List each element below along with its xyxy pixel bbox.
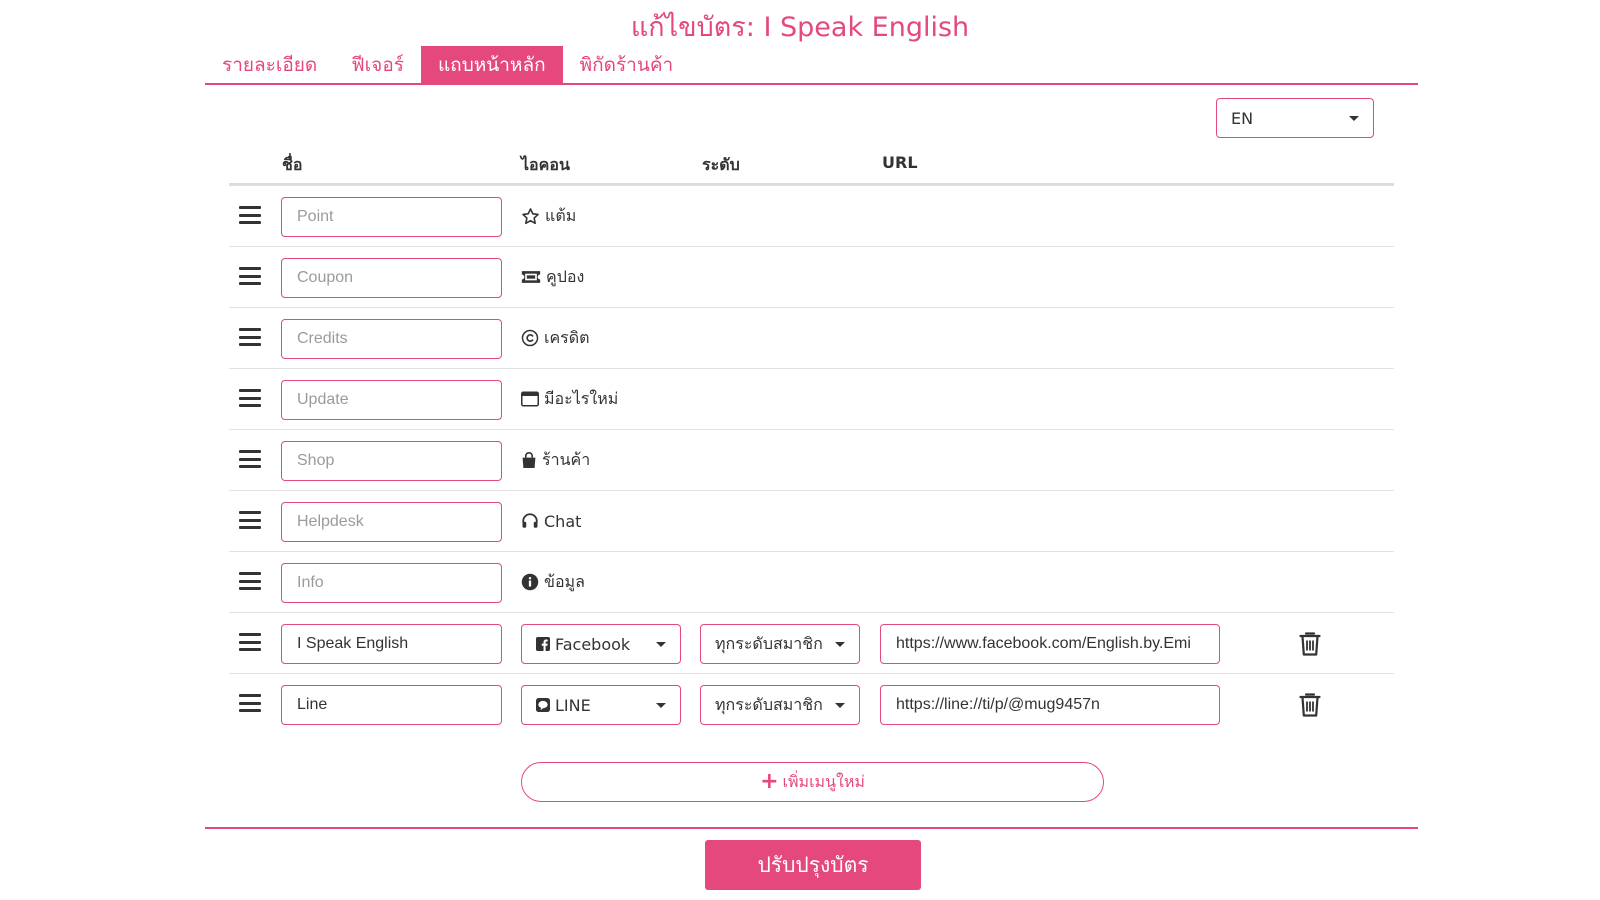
facebook-icon [536,637,550,651]
trash-icon[interactable] [1299,692,1321,718]
menu-icon-cell: เครดิต [521,326,590,350]
menu-name-input[interactable] [281,319,502,359]
level-select-value: ทุกระดับสมาชิก [715,633,823,653]
table-row: ร้านค้า [229,430,1394,491]
menu-name-input[interactable] [281,502,502,542]
menu-name-input[interactable] [281,380,502,420]
headset-icon [522,513,538,528]
menu-icon-label: มีอะไรใหม่ [544,388,619,408]
menu-icon-label: คูปอง [546,266,585,286]
column-header-url: URL [882,153,918,172]
add-menu-label: เพิ่มเมนูใหม่ [782,771,865,791]
table-row: ข้อมูล [229,552,1394,613]
update-card-button[interactable]: ปรับปรุงบัตร [705,840,921,890]
level-select-value: ทุกระดับสมาชิก [715,694,823,714]
drag-handle-icon[interactable] [239,328,261,346]
drag-handle-icon[interactable] [239,511,261,529]
page-title: แก้ไขบัตร: I Speak English [630,12,970,43]
tab-features[interactable]: ฟีเจอร์ [334,46,421,84]
menu-icon-label: Chat [544,511,582,531]
info-icon [521,573,539,591]
language-select[interactable]: EN [1216,98,1374,138]
menu-icon-cell: มีอะไรใหม่ [521,387,618,411]
chevron-down-icon [656,642,666,647]
menu-name-input[interactable] [281,685,502,725]
table-row: คูปอง [229,247,1394,308]
menu-icon-label: เครดิต [544,327,590,347]
chevron-down-icon [835,703,845,708]
menu-icon-label: แต้ม [545,205,577,225]
menu-icon-label: ข้อมูล [544,571,585,591]
tab-divider [205,83,1418,85]
chevron-down-icon [656,703,666,708]
column-header-icon: ไอคอน [521,155,570,174]
url-input[interactable] [880,624,1220,664]
menu-name-input[interactable] [281,258,502,298]
tab-home-menu[interactable]: แถบหน้าหลัก [420,46,563,84]
tab-bar: รายละเอียด ฟีเจอร์ แถบหน้าหลัก พิกัดร้าน… [205,46,690,84]
table-row: เครดิต [229,308,1394,369]
star-icon [522,207,539,224]
menu-name-input[interactable] [281,197,502,237]
icon-select[interactable]: Facebook [521,624,681,664]
table-row: แต้ม [229,186,1394,247]
level-select[interactable]: ทุกระดับสมาชิก [700,685,860,725]
drag-handle-icon[interactable] [239,450,261,468]
chevron-down-icon [1349,116,1359,121]
bottom-divider [205,827,1418,829]
menu-name-input[interactable] [281,624,502,664]
line-icon [536,698,550,712]
tab-details[interactable]: รายละเอียด [205,46,334,84]
column-header-name: ชื่อ [282,155,303,174]
menu-icon-label: ร้านค้า [542,449,591,469]
menu-name-input[interactable] [281,563,502,603]
menu-name-input[interactable] [281,441,502,481]
menu-icon-cell: แต้ม [521,204,576,228]
language-select-value: EN [1231,108,1254,128]
shopping-bag-icon [522,452,536,468]
drag-handle-icon[interactable] [239,267,261,285]
icon-select-value: LINE [555,695,591,715]
table-row: Chat [229,491,1394,552]
table-row: Facebook ทุกระดับสมาชิก [229,613,1394,674]
icon-select[interactable]: LINE [521,685,681,725]
menu-icon-cell: ร้านค้า [521,448,590,472]
table-row: LINE ทุกระดับสมาชิก [229,674,1394,735]
trash-icon[interactable] [1299,631,1321,657]
drag-handle-icon[interactable] [239,633,261,651]
plus-icon: + [760,769,779,794]
window-icon [521,391,539,407]
tab-store-location[interactable]: พิกัดร้านค้า [563,46,691,84]
menu-icon-cell: ข้อมูล [521,570,585,594]
add-menu-button[interactable]: + เพิ่มเมนูใหม่ [521,762,1104,802]
table-row: มีอะไรใหม่ [229,369,1394,430]
ticket-icon [521,271,541,283]
menu-icon-cell: Chat [521,509,581,533]
column-header-level: ระดับ [702,155,740,174]
chevron-down-icon [835,642,845,647]
drag-handle-icon[interactable] [239,572,261,590]
drag-handle-icon[interactable] [239,694,261,712]
menu-icon-cell: คูปอง [521,265,584,289]
icon-select-value: Facebook [555,634,631,654]
drag-handle-icon[interactable] [239,206,261,224]
copyright-icon [521,329,539,347]
level-select[interactable]: ทุกระดับสมาชิก [700,624,860,664]
url-input[interactable] [880,685,1220,725]
drag-handle-icon[interactable] [239,389,261,407]
